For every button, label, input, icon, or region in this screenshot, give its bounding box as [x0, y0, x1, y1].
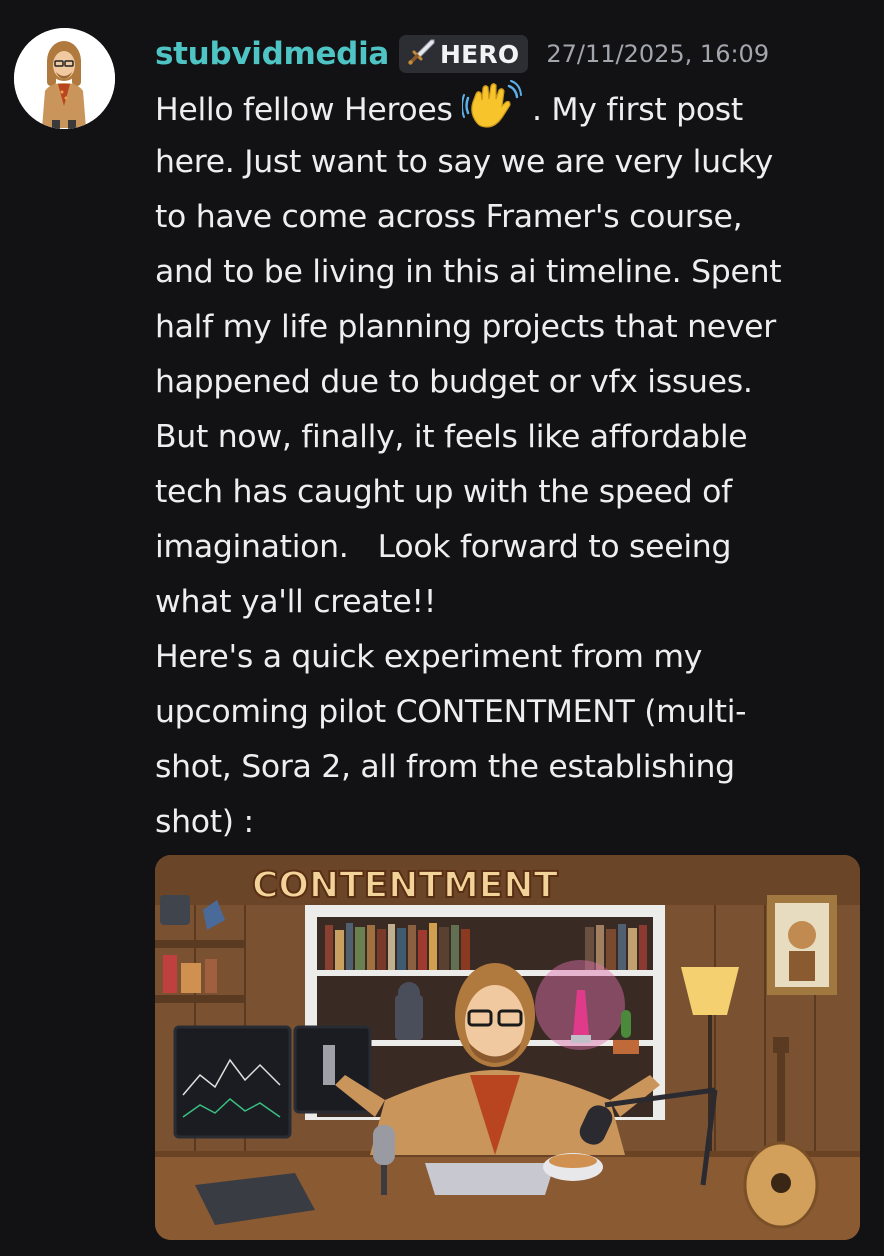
waving-hand-icon[interactable] [461, 80, 523, 130]
message-text: . My first post [522, 92, 743, 128]
message-line: imagination. Look forward to seeing [155, 529, 732, 565]
chat-message: stubvidmedia HERO 27/11/2025, 16:09 Hell… [0, 0, 884, 1256]
message-line: what ya'll create!! [155, 584, 437, 620]
message-line: But now, finally, it feels like affordab… [155, 419, 748, 455]
user-avatar[interactable] [14, 28, 115, 129]
message-content: Hello fellow Heroes . My first post here… [155, 80, 855, 850]
message-line: upcoming pilot CONTENTMENT (multi- [155, 694, 747, 730]
avatar-illustration [14, 28, 115, 129]
image-attachment[interactable]: CONTENTMENT [155, 855, 860, 1240]
message-timestamp[interactable]: 27/11/2025, 16:09 [546, 40, 769, 68]
contentment-illustration: CONTENTMENT [155, 855, 860, 1240]
message-line: and to be living in this ai timeline. Sp… [155, 254, 782, 290]
role-badge-label: HERO [440, 39, 520, 69]
message-line: happened due to budget or vfx issues. [155, 364, 753, 400]
message-line: tech has caught up with the speed of [155, 474, 732, 510]
message-line: shot, Sora 2, all from the establishing [155, 749, 735, 785]
message-line: Here's a quick experiment from my [155, 639, 703, 675]
role-badge[interactable]: HERO [399, 35, 529, 73]
message-line: Hello fellow Heroes . My first post [155, 80, 855, 135]
message-line: half my life planning projects that neve… [155, 309, 776, 345]
message-line: here. Just want to say we are very lucky [155, 144, 773, 180]
message-line: shot) : [155, 804, 254, 840]
username[interactable]: stubvidmedia [155, 36, 389, 72]
sign-text: CONTENTMENT [252, 865, 559, 906]
message-header: stubvidmedia HERO 27/11/2025, 16:09 [155, 30, 769, 78]
message-text: Hello fellow Heroes [155, 92, 463, 128]
sword-icon [406, 37, 436, 71]
message-line: to have come across Framer's course, [155, 199, 743, 235]
